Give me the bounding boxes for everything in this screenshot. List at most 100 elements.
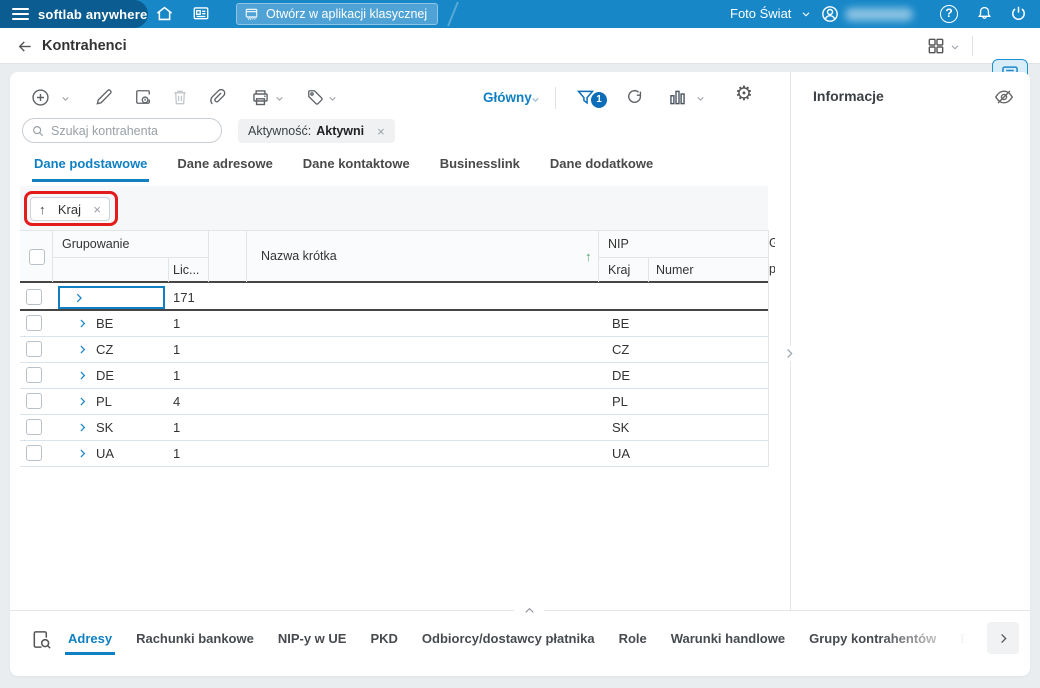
group-chip-close-icon[interactable]: ×	[93, 202, 101, 217]
add-button[interactable]	[30, 87, 51, 108]
expand-chevron-icon[interactable]	[76, 447, 89, 460]
expand-chevron-icon[interactable]	[76, 343, 89, 356]
collapse-panel-chevron-icon[interactable]	[782, 346, 797, 361]
main-content-card: Główny 1 ⚙ Aktywność: Aktywni × Dane pod…	[10, 72, 1030, 676]
bottom-tab-rachunki-bankowe[interactable]: Rachunki bankowe	[133, 622, 257, 655]
expand-chevron-icon[interactable]	[76, 317, 89, 330]
app-name: softlab anywhere	[38, 6, 148, 22]
count-cell: 4	[173, 394, 181, 409]
notifications-bell-icon[interactable]	[975, 4, 994, 23]
user-icon[interactable]	[820, 4, 840, 24]
search-box	[22, 118, 222, 143]
view-chevron-icon[interactable]	[530, 94, 541, 105]
bottom-tab-grupy-kontrahentow[interactable]: Grupy kontrahentów	[806, 622, 939, 655]
table-row-de[interactable]: DE 1 DE	[20, 363, 768, 389]
expand-chevron-icon[interactable]	[76, 395, 89, 408]
count-cell: 1	[173, 316, 181, 331]
info-panel-title: Informacje	[813, 88, 884, 104]
layout-grid-icon[interactable]	[926, 36, 946, 56]
chevron-down-icon	[803, 11, 810, 17]
kraj-cell: DE	[612, 368, 631, 383]
expand-chevron-icon[interactable]	[76, 369, 89, 382]
username-redacted[interactable]	[845, 8, 913, 21]
chart-columns-button[interactable]	[667, 87, 688, 108]
details-card-button[interactable]	[133, 87, 153, 107]
count-cell: 171	[173, 290, 195, 305]
table-header: Grupowanie Lic... Nazwa krótka ↑ NIP Kra…	[20, 230, 768, 283]
table-row-cz[interactable]: CZ 1 CZ	[20, 337, 768, 363]
kraj-cell: CZ	[612, 342, 630, 357]
group-by-chip-kraj[interactable]: ↑ Kraj ×	[30, 197, 110, 221]
bottom-tab-pkd[interactable]: PKD	[367, 622, 400, 655]
panel-divider	[790, 72, 791, 610]
settings-gear-icon[interactable]: ⚙	[735, 84, 753, 104]
column-header-liczba[interactable]: Lic...	[173, 263, 199, 277]
expand-chevron-icon[interactable]	[76, 421, 89, 434]
focused-group-cell[interactable]	[58, 286, 165, 309]
refresh-button[interactable]	[625, 87, 645, 107]
column-header-grupowanie[interactable]: Grupowanie	[62, 237, 129, 251]
page-title: Kontrahenci	[42, 38, 127, 54]
active-filter-chip[interactable]: Aktywność: Aktywni ×	[238, 119, 395, 143]
search-input[interactable]	[51, 123, 201, 138]
bottom-tab-adresy[interactable]: Adresy	[65, 622, 116, 655]
bottom-tab-warunki-handlowe[interactable]: Warunki handlowe	[668, 622, 788, 655]
chevron-down-icon[interactable]	[949, 41, 961, 53]
tab-dane-podstawowe[interactable]: Dane podstawowe	[32, 150, 150, 182]
sort-ascending-icon[interactable]: ↑	[585, 249, 592, 264]
bottom-tab-nipy-w-ue[interactable]: NIP-y w UE	[275, 622, 350, 655]
bottom-tab-role[interactable]: Role	[616, 622, 650, 655]
expand-bottom-panel-chevron-icon[interactable]	[514, 602, 544, 619]
print-button[interactable]	[250, 87, 271, 108]
chart-chevron-icon[interactable]	[695, 93, 706, 104]
tags-button[interactable]	[305, 87, 325, 107]
column-header-nip[interactable]: NIP	[608, 237, 629, 251]
add-chevron-icon[interactable]	[60, 93, 71, 104]
bottom-tabs: Adresy Rachunki bankowe NIP-y w UE PKD O…	[65, 618, 1017, 658]
table-row-pl[interactable]: PL 4 PL	[20, 389, 768, 415]
app-brand-section: softlab anywhere	[0, 0, 148, 28]
view-selector[interactable]: Główny	[483, 90, 532, 105]
workspace-card-icon[interactable]	[191, 4, 211, 23]
back-arrow-icon[interactable]	[16, 38, 34, 55]
table-row-sk[interactable]: SK 1 SK	[20, 415, 768, 441]
kraj-cell: UA	[612, 446, 631, 461]
count-cell: 1	[173, 420, 181, 435]
chevron-right-icon	[1000, 633, 1007, 643]
hamburger-menu-icon[interactable]	[12, 5, 29, 23]
company-selector[interactable]: Foto Świat	[730, 6, 812, 21]
group-chip-label: Kraj	[57, 201, 82, 217]
tab-businesslink[interactable]: Businesslink	[438, 150, 522, 182]
delete-trash-button[interactable]	[170, 87, 190, 107]
hide-panel-eye-icon[interactable]	[993, 86, 1015, 108]
kraj-cell: SK	[612, 420, 630, 435]
power-logout-icon[interactable]	[1009, 4, 1028, 23]
filter-chip-close-icon[interactable]: ×	[377, 124, 385, 139]
preview-document-search-icon[interactable]	[30, 628, 53, 651]
expand-chevron-icon[interactable]	[72, 291, 86, 305]
open-classic-app-button[interactable]: WPF Otwórz w aplikacji klasycznej	[236, 3, 439, 25]
sort-asc-icon: ↑	[39, 201, 46, 217]
column-header-truncated-bottom: p	[769, 262, 775, 276]
table-row-be[interactable]: BE 1 BE	[20, 311, 768, 337]
home-icon[interactable]	[155, 4, 174, 23]
attachment-paperclip-button[interactable]	[207, 87, 227, 107]
table-row-ua[interactable]: UA 1 UA	[20, 441, 768, 467]
tags-chevron-icon[interactable]	[327, 93, 338, 104]
edit-pencil-button[interactable]	[94, 87, 114, 107]
scroll-tabs-next-button[interactable]	[987, 622, 1019, 654]
column-header-nazwa-krotka[interactable]: Nazwa krótka	[261, 249, 337, 263]
column-header-kraj[interactable]: Kraj	[608, 263, 630, 277]
tab-dane-adresowe[interactable]: Dane adresowe	[175, 150, 274, 182]
print-chevron-icon[interactable]	[274, 93, 285, 104]
tab-dane-kontaktowe[interactable]: Dane kontaktowe	[301, 150, 412, 182]
group-cell: SK	[96, 420, 114, 435]
bottom-tab-odbiorcy-dostawcy[interactable]: Odbiorcy/dostawcy płatnika	[419, 622, 598, 655]
help-icon[interactable]: ?	[940, 5, 958, 23]
tab-dane-dodatkowe[interactable]: Dane dodatkowe	[548, 150, 655, 182]
count-cell: 1	[173, 368, 181, 383]
column-header-numer[interactable]: Numer	[656, 263, 694, 277]
select-all-checkbox[interactable]	[29, 249, 45, 265]
table-row-all[interactable]: 171	[20, 285, 768, 311]
filter-chip-label: Aktywność:	[248, 124, 312, 138]
